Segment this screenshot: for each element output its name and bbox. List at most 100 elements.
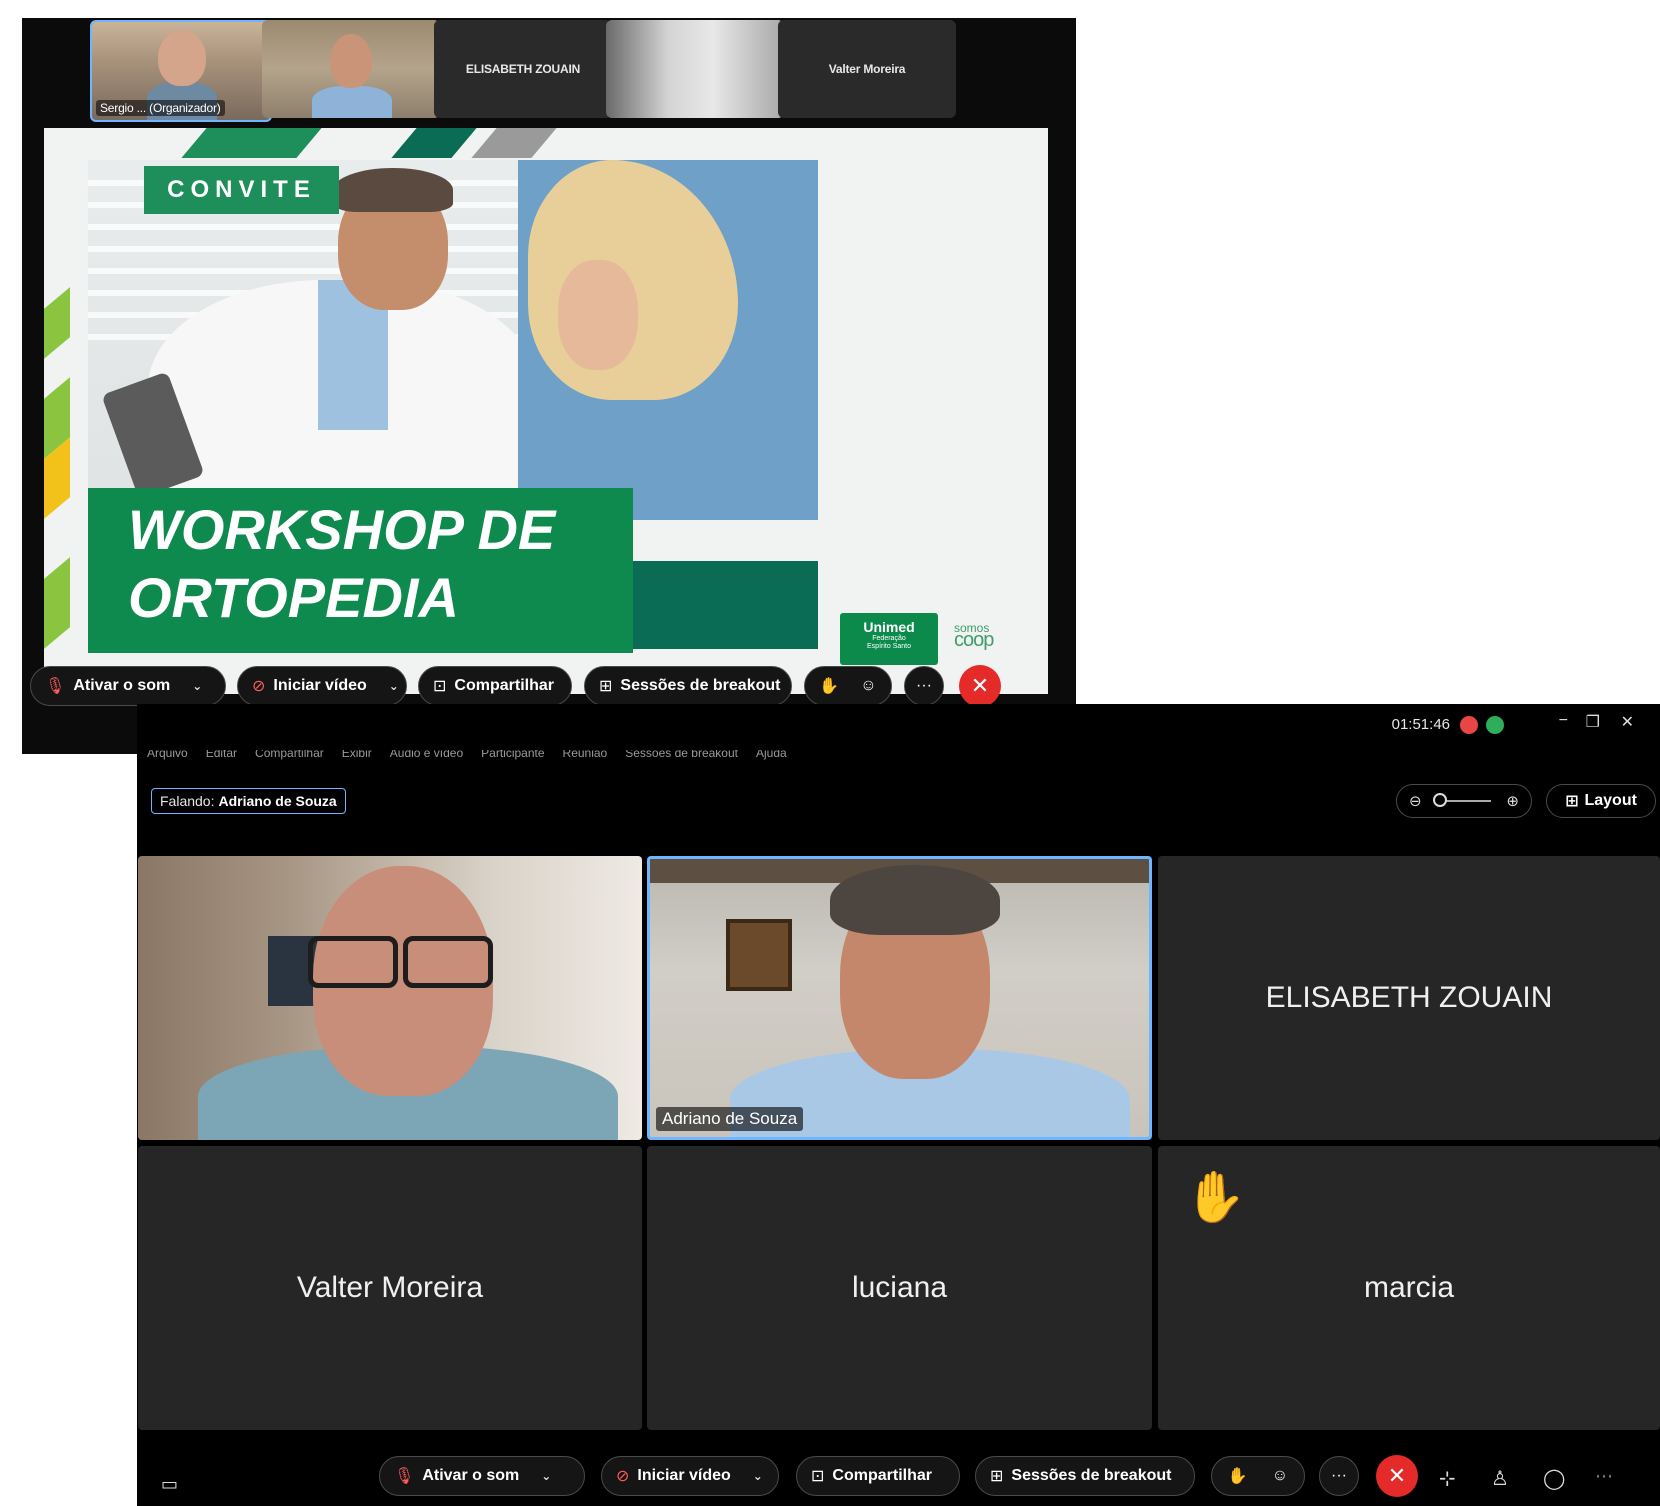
unmute-label: Ativar o som: [73, 677, 171, 694]
more-options-button[interactable]: ···: [904, 666, 944, 706]
more-icon: ···: [916, 677, 932, 694]
breakout-sessions-button[interactable]: ⊞ Sessões de breakout: [975, 1456, 1195, 1496]
participant-thumbnail-video[interactable]: [262, 20, 440, 118]
breakout-sessions-button[interactable]: ⊞ Sessões de breakout: [584, 666, 792, 706]
zoom-handle[interactable]: [1433, 793, 1447, 807]
zoom-slider[interactable]: ⊖ ⊕: [1396, 784, 1532, 818]
slide-title: WORKSHOP DE ORTOPEDIA: [88, 488, 633, 653]
chevron-down-icon[interactable]: ⌄: [753, 1469, 763, 1483]
chat-icon[interactable]: ◯: [1543, 1466, 1565, 1491]
speaking-name: Adriano de Souza: [218, 793, 337, 809]
participant-tile-marcia[interactable]: ✋ marcia: [1158, 1146, 1660, 1430]
menu-item-meeting[interactable]: Reunião: [563, 750, 608, 766]
start-video-button[interactable]: ⊘ Iniciar vídeo ⌄: [237, 666, 407, 706]
window-blind: [88, 268, 518, 274]
thumbnail-name-label: Sergio ... (Organizador): [96, 100, 225, 116]
menu-item-breakout[interactable]: Sessões de breakout: [625, 750, 738, 766]
patient-face: [558, 260, 638, 370]
raise-hand-icon[interactable]: ✋: [819, 676, 839, 696]
participant-name: luciana: [851, 1271, 948, 1304]
presentation-slide: CONVITE WORKSHOP DE ORTOPEDIA Unimed Fed…: [44, 128, 1048, 694]
end-call-button[interactable]: ✕: [959, 665, 1001, 707]
video-person-face: [158, 30, 206, 86]
close-window-icon[interactable]: ✕: [1621, 712, 1634, 732]
more-options-button[interactable]: ···: [1319, 1456, 1359, 1496]
apps-icon[interactable]: ⊹: [1439, 1466, 1456, 1491]
participant-tile-speaking[interactable]: Adriano de Souza: [647, 856, 1152, 1140]
unmute-button[interactable]: 🎙 Ativar o som ⌄: [30, 666, 226, 706]
captions-icon[interactable]: ▭: [161, 1474, 178, 1495]
participant-thumbnail-elisabeth[interactable]: ELISABETH ZOUAIN: [434, 20, 612, 118]
unimed-logo-sub: Federação: [872, 635, 906, 642]
reactions-icon[interactable]: ☺: [1272, 1467, 1288, 1485]
start-video-button[interactable]: ⊘ Iniciar vídeo ⌄: [601, 1456, 779, 1496]
share-button[interactable]: ⊡ Compartilhar: [418, 666, 572, 706]
breakout-label: Sessões de breakout: [1011, 1467, 1172, 1484]
participant-name: marcia: [1363, 1271, 1454, 1304]
slide-title-line: ORTOPEDIA: [128, 566, 459, 629]
restore-icon[interactable]: ❐: [1586, 712, 1600, 732]
chevron-down-icon[interactable]: ⌄: [389, 679, 399, 693]
slide-title-line: WORKSHOP DE: [128, 498, 556, 561]
menu-item-share[interactable]: Compartilhar: [255, 750, 324, 766]
video-person-body: [312, 86, 392, 118]
participant-tile-elisabeth[interactable]: ELISABETH ZOUAIN: [1158, 856, 1660, 1140]
secure-connection-icon[interactable]: [1486, 716, 1504, 734]
video-off-icon: ⊘: [616, 1468, 630, 1485]
minimize-icon[interactable]: −: [1559, 712, 1568, 730]
shared-screen-window: Sergio ... (Organizador) ELISABETH ZOUAI…: [22, 18, 1076, 754]
zoom-track[interactable]: [1433, 793, 1491, 807]
start-video-label: Iniciar vídeo: [637, 1467, 731, 1484]
raised-hand-icon: ✋: [1184, 1169, 1247, 1225]
unimed-logo-sub: Espírito Santo: [867, 643, 911, 650]
reactions-group: ✋ ☺: [1211, 1456, 1305, 1496]
menu-item-file[interactable]: Arquivo: [147, 750, 188, 766]
zoom-in-icon[interactable]: ⊕: [1506, 792, 1519, 810]
reactions-icon[interactable]: ☺: [860, 677, 876, 695]
chevron-down-icon[interactable]: ⌄: [541, 1469, 551, 1483]
participant-thumbnail-valter[interactable]: Valter Moreira: [778, 20, 956, 118]
raise-hand-icon[interactable]: ✋: [1228, 1466, 1248, 1486]
menu-item-audio-video[interactable]: Áudio e vídeo: [390, 750, 463, 766]
active-speaker-indicator: Falando: Adriano de Souza: [151, 788, 346, 814]
picture-frame: [726, 919, 792, 991]
mic-muted-icon: 🎙: [394, 1468, 415, 1485]
unimed-logo-text: Unimed: [863, 619, 915, 635]
participant-name-label: Adriano de Souza: [656, 1107, 804, 1131]
participants-icon[interactable]: ♙: [1491, 1466, 1509, 1491]
breakout-label: Sessões de breakout: [620, 677, 781, 694]
slide-tag: CONVITE: [144, 166, 339, 214]
end-call-button[interactable]: ✕: [1376, 1455, 1418, 1497]
menu-item-view[interactable]: Exibir: [342, 750, 372, 766]
participant-tile-video[interactable]: [138, 856, 642, 1140]
participant-tile-luciana[interactable]: luciana: [647, 1146, 1152, 1430]
more-panels-icon[interactable]: ⋯: [1595, 1466, 1613, 1487]
layout-button[interactable]: ⊞ Layout: [1546, 784, 1656, 818]
share-label: Compartilhar: [832, 1467, 932, 1484]
unmute-label: Ativar o som: [422, 1467, 520, 1484]
thumbnail-name: ELISABETH ZOUAIN: [465, 62, 581, 76]
menu-item-help[interactable]: Ajuda: [756, 750, 787, 766]
layout-label: Layout: [1584, 792, 1637, 809]
decor-stripe: [44, 557, 70, 649]
chevron-down-icon[interactable]: ⌄: [192, 679, 202, 693]
participant-tile-valter[interactable]: Valter Moreira: [138, 1146, 642, 1430]
participant-name: ELISABETH ZOUAIN: [1265, 981, 1553, 1014]
zoom-out-icon[interactable]: ⊖: [1409, 792, 1422, 810]
menu-item-participant[interactable]: Participante: [481, 750, 544, 766]
start-video-label: Iniciar vídeo: [273, 677, 367, 694]
participant-thumbnail-video[interactable]: [606, 20, 784, 118]
decor-stripe: [471, 128, 557, 158]
coop-text: coop: [954, 629, 994, 651]
recording-icon[interactable]: [1460, 716, 1478, 734]
close-icon: ✕: [1387, 1463, 1407, 1488]
menu-item-edit[interactable]: Editar: [206, 750, 237, 766]
speaking-prefix: Falando:: [160, 793, 215, 809]
share-button[interactable]: ⊡ Compartilhar: [796, 1456, 960, 1496]
participant-thumbnail-organizer[interactable]: Sergio ... (Organizador): [90, 20, 272, 122]
decor-stripe: [391, 128, 477, 158]
somos-coop-logo: somos coop: [954, 622, 994, 651]
unmute-button[interactable]: 🎙 Ativar o som ⌄: [379, 1456, 585, 1496]
layout-grid-icon: ⊞: [1565, 793, 1579, 810]
meeting-timer: 01:51:46: [1391, 716, 1450, 733]
